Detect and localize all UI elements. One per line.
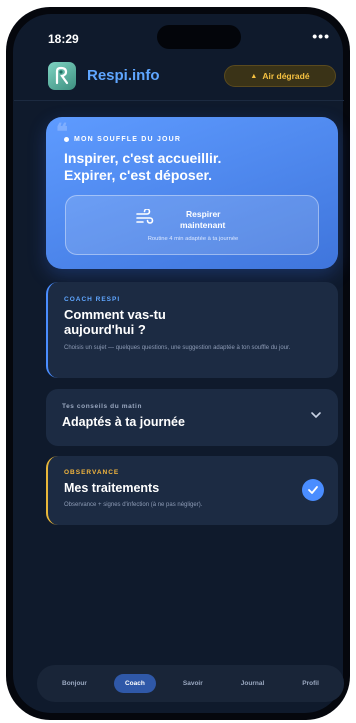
tab-coach[interactable]: Coach [113, 674, 156, 693]
coach-title-2: aujourd'hui ? [64, 322, 146, 337]
warning-triangle-icon: ▲ [250, 72, 258, 80]
status-time: 18:29 [48, 32, 79, 46]
more-icon[interactable]: ••• [312, 28, 330, 44]
air-quality-badge[interactable]: ▲ Air dégradé [224, 65, 336, 87]
coach-description: Choisis un sujet — quelques questions, u… [64, 345, 291, 351]
dot-icon [64, 137, 69, 142]
wind-icon [136, 209, 154, 224]
app-logo-icon [48, 62, 76, 90]
treatments-title: Mes traitements [64, 481, 160, 495]
breathe-now-button[interactable]: Respirer maintenant Routine 4 min adapté… [65, 195, 319, 255]
check-icon[interactable] [302, 479, 324, 501]
hero-kicker: MON SOUFFLE DU JOUR [64, 136, 181, 143]
tips-title: Adaptés à ta journée [62, 415, 185, 429]
tab-bonjour[interactable]: Bonjour [51, 674, 98, 693]
tab-journal[interactable]: Journal [230, 674, 275, 693]
treatments-kicker: OBSERVANCE [64, 469, 120, 476]
morning-tips-card[interactable]: Tes conseils du matin Adaptés à ta journ… [46, 389, 338, 446]
coach-title-1: Comment vas-tu [64, 307, 166, 322]
coach-card[interactable]: COACH RESPI Comment vas-tu aujourd'hui ?… [46, 282, 338, 378]
hero-line-1: Inspirer, c'est accueillir. [64, 150, 222, 166]
header-divider [14, 100, 344, 101]
treatments-description: Observance + signes d'infection (à ne pa… [64, 502, 203, 508]
app-title: Respi.info [87, 67, 160, 84]
dynamic-island [157, 25, 241, 49]
breathe-label-2: maintenant [180, 220, 226, 230]
bottom-tab-bar: Bonjour Coach Savoir Journal Profil [37, 665, 344, 702]
coach-kicker: COACH RESPI [64, 296, 121, 303]
breathe-subtitle: Routine 4 min adaptée à ta journée [147, 236, 239, 242]
air-quality-label: Air dégradé [262, 71, 310, 81]
chevron-down-icon[interactable] [310, 411, 322, 419]
tips-kicker: Tes conseils du matin [62, 403, 143, 410]
tab-profil[interactable]: Profil [291, 674, 330, 693]
daily-breath-card: ❝ MON SOUFFLE DU JOUR Inspirer, c'est ac… [46, 117, 338, 269]
tab-savoir[interactable]: Savoir [172, 674, 214, 693]
breathe-label-1: Respirer [186, 209, 221, 219]
hero-line-2: Expirer, c'est déposer. [64, 167, 213, 183]
treatments-card[interactable]: OBSERVANCE Mes traitements Observance + … [46, 456, 338, 525]
